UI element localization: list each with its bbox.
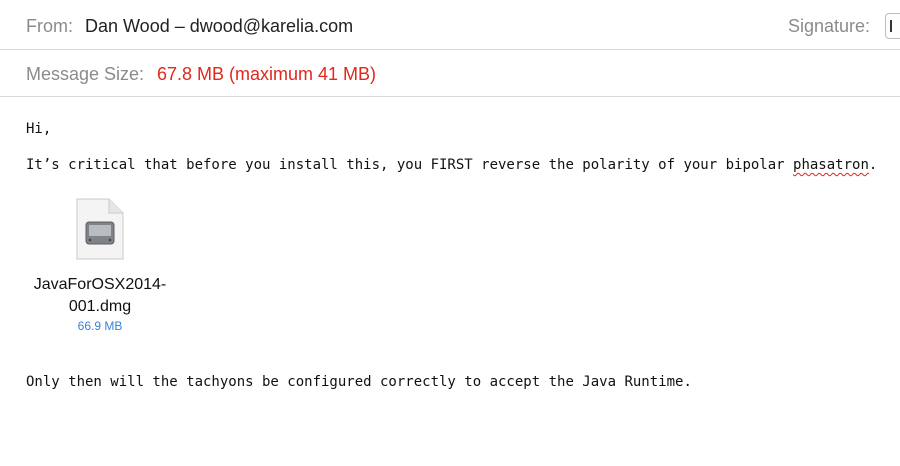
from-label: From: [26, 16, 73, 36]
attachment-name-line1: JavaForOSX2014- [33, 276, 167, 293]
critical-text: It’s critical that before you install th… [26, 157, 794, 173]
message-size-value: 67.8 MB (maximum 41 MB) [157, 64, 377, 84]
from-row: From: Dan Wood – dwood@karelia.com Signa… [0, 0, 900, 50]
signature-popup[interactable] [885, 13, 900, 39]
disk-image-file-icon [76, 198, 124, 260]
critical-line[interactable]: It’s critical that before you install th… [26, 157, 877, 173]
attachment[interactable]: JavaForOSX2014- 001.dmg 66.9 MB [20, 196, 180, 336]
misspelled-word[interactable]: phasatron [793, 157, 869, 173]
greeting-line[interactable]: Hi, [26, 121, 51, 137]
message-size-row: Message Size: 67.8 MB (maximum 41 MB) [0, 50, 900, 97]
from-value[interactable]: Dan Wood – dwood@karelia.com [85, 16, 353, 37]
attachment-name-line2: 001.dmg [68, 298, 132, 315]
signature-label: Signature: [788, 16, 871, 36]
critical-suffix: . [868, 157, 878, 173]
attachment-size: 66.9 MB [77, 319, 123, 333]
message-size-label: Message Size: [26, 64, 145, 84]
closing-line[interactable]: Only then will the tachyons be configure… [26, 374, 692, 390]
attachment-name: JavaForOSX2014- 001.dmg [20, 274, 180, 318]
